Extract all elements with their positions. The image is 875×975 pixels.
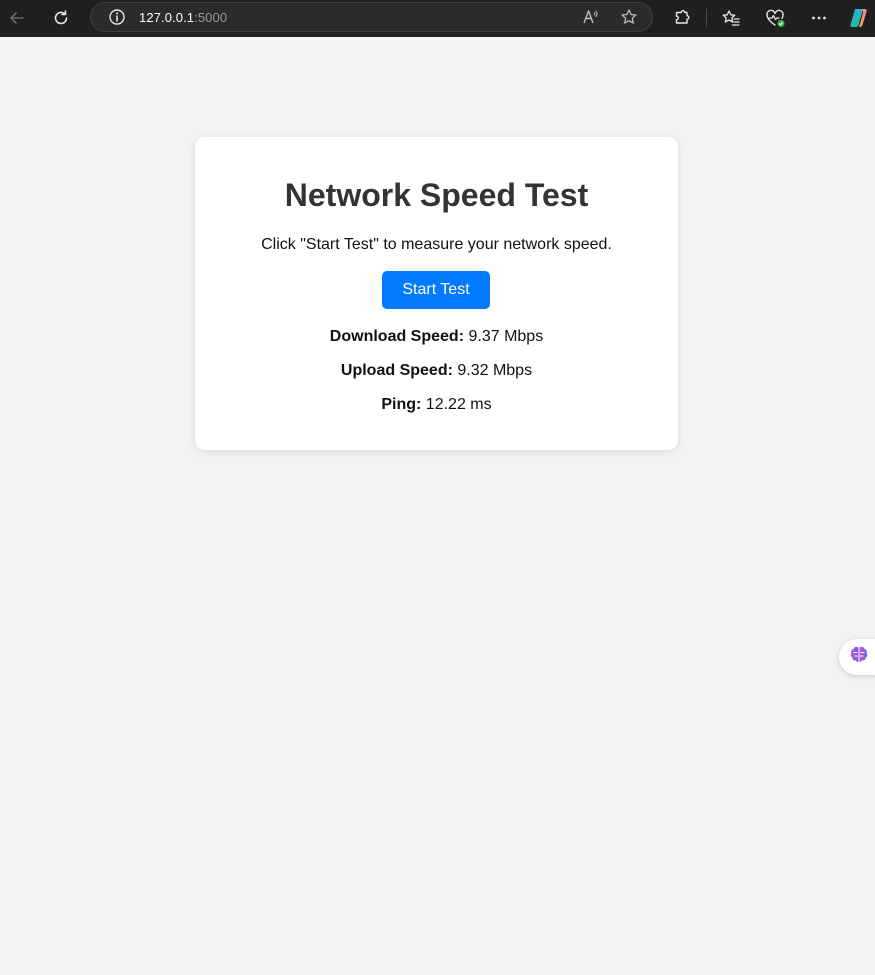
- download-speed-value: 9.37 Mbps: [464, 328, 544, 345]
- upload-speed-label: Upload Speed:: [340, 362, 453, 379]
- browser-essentials-icon[interactable]: [763, 6, 787, 30]
- refresh-icon[interactable]: [49, 6, 73, 30]
- upload-speed-row: Upload Speed: 9.32 Mbps: [195, 362, 678, 380]
- upload-speed-value: 9.32 Mbps: [452, 362, 533, 379]
- ping-row: Ping: 12.22 ms: [195, 396, 678, 414]
- instructions-text: Click "Start Test" to measure your netwo…: [261, 236, 612, 253]
- ping-value: 12.22 ms: [421, 396, 492, 413]
- page-title: Network Speed Test: [284, 177, 589, 213]
- read-aloud-icon[interactable]: [578, 5, 602, 29]
- ping-label: Ping:: [381, 396, 422, 413]
- copilot-icon[interactable]: [848, 6, 872, 30]
- url-host: 127.0.0.1: [139, 10, 195, 25]
- sidebar-assistant-button[interactable]: [839, 639, 875, 675]
- start-test-button[interactable]: Start Test: [382, 271, 490, 309]
- url-text[interactable]: 127.0.0.1:5000: [139, 10, 227, 25]
- more-icon[interactable]: [807, 6, 831, 30]
- brain-icon: [848, 645, 870, 670]
- download-speed-row: Download Speed: 9.37 Mbps: [195, 328, 678, 346]
- browser-toolbar: 127.0.0.1:5000: [0, 0, 875, 37]
- info-icon[interactable]: [105, 5, 129, 29]
- favorites-icon[interactable]: [719, 6, 743, 30]
- favorite-star-icon[interactable]: [617, 5, 641, 29]
- speed-test-card: Network Speed Test Click "Start Test" to…: [195, 137, 678, 450]
- toolbar-divider: [706, 9, 707, 27]
- url-port: :5000: [194, 10, 228, 25]
- back-icon[interactable]: [5, 6, 29, 30]
- address-bar[interactable]: 127.0.0.1:5000: [90, 2, 653, 32]
- download-speed-label: Download Speed:: [329, 328, 465, 345]
- extensions-icon[interactable]: [670, 6, 694, 30]
